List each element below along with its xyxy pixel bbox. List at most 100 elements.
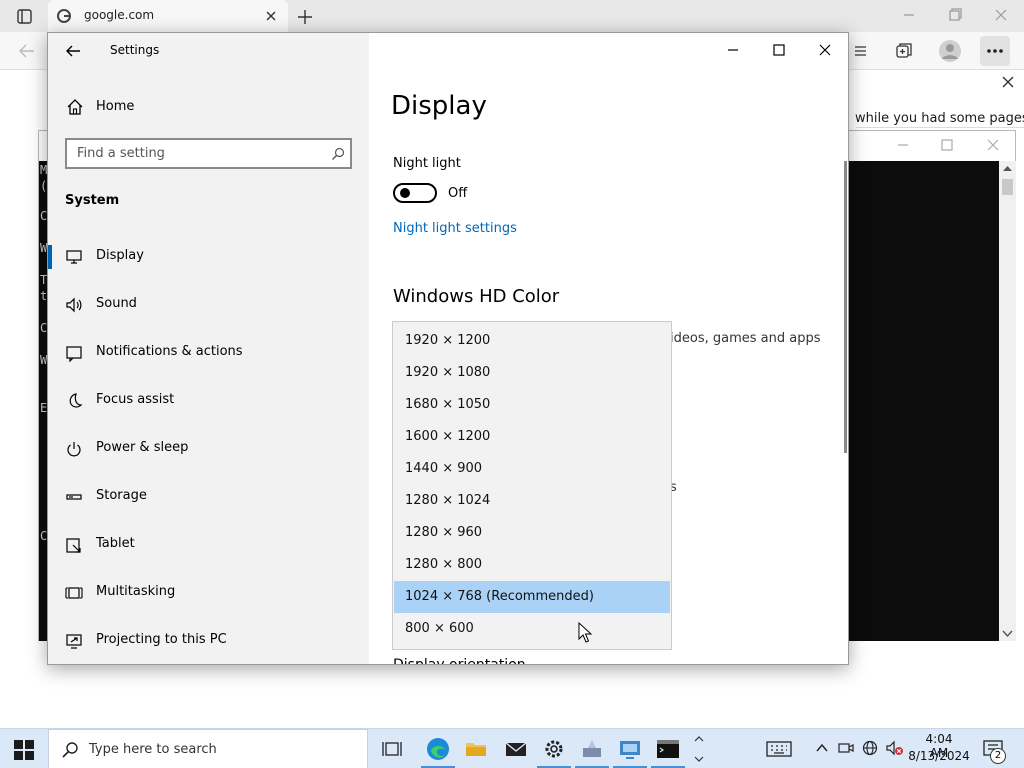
night-light-toggle[interactable] (393, 183, 437, 203)
task-view-icon[interactable] (380, 737, 404, 761)
resolution-option[interactable]: 1920 × 1080 (394, 357, 670, 389)
browser-minimize-icon[interactable] (898, 5, 920, 25)
browser-back-icon[interactable] (16, 41, 38, 61)
meet-now-icon[interactable] (838, 740, 854, 756)
power-icon (65, 440, 83, 458)
display-icon (65, 248, 83, 266)
app-icon[interactable] (580, 737, 604, 761)
infobar-close-icon[interactable] (1000, 74, 1016, 90)
taskbar-search-box[interactable]: Type here to search (48, 729, 368, 768)
multitasking-icon (65, 584, 83, 602)
nav-item-projecting[interactable]: Projecting to this PC (48, 619, 369, 663)
find-setting-placeholder: Find a setting (77, 146, 165, 161)
tab-close-icon[interactable] (262, 7, 280, 25)
option-label: 1280 × 1024 (405, 493, 491, 508)
tablet-icon (65, 536, 83, 554)
network-globe-icon[interactable] (862, 740, 878, 756)
remote-desktop-icon[interactable] (618, 737, 642, 761)
clock-date[interactable]: 8/13/2024 (906, 749, 972, 763)
touch-keyboard-icon[interactable] (766, 739, 792, 759)
settings-close-icon[interactable] (816, 41, 834, 59)
nav-label: Notifications & actions (96, 344, 243, 359)
settings-and-more-icon[interactable] (980, 36, 1010, 66)
option-label: 1440 × 900 (405, 461, 483, 476)
toggle-knob (400, 188, 410, 198)
console-minimize-icon[interactable] (895, 137, 911, 153)
resolution-option[interactable]: 1280 × 1024 (394, 485, 670, 517)
edge-browser-icon[interactable] (426, 737, 450, 761)
nav-item-sound[interactable]: Sound (48, 283, 369, 327)
nav-item-tablet[interactable]: Tablet (48, 523, 369, 567)
nav-item-storage[interactable]: Storage (48, 475, 369, 519)
new-tab-icon[interactable] (294, 6, 316, 28)
settings-gear-icon[interactable] (542, 737, 566, 761)
resolution-option[interactable]: 1680 × 1050 (394, 389, 670, 421)
nav-item-focus-assist[interactable]: Focus assist (48, 379, 369, 423)
resolution-option[interactable]: 800 × 600 (394, 613, 670, 645)
console-scroll-thumb[interactable] (1002, 179, 1013, 195)
volume-muted-icon[interactable] (886, 740, 904, 756)
option-label: 1920 × 1080 (405, 365, 491, 380)
night-light-state: Off (448, 186, 468, 201)
hd-color-heading: Windows HD Color (393, 286, 560, 307)
browser-restore-icon[interactable] (944, 5, 966, 25)
show-hidden-icons-chevron-icon[interactable] (815, 741, 829, 755)
resolution-option-selected[interactable]: 1024 × 768 (Recommended) (394, 581, 670, 613)
terminal-icon[interactable] (656, 737, 680, 761)
settings-maximize-icon[interactable] (770, 41, 788, 59)
page-title: Display (391, 91, 487, 121)
option-label: 1024 × 768 (Recommended) (405, 589, 594, 604)
nav-item-display[interactable]: Display (48, 235, 369, 279)
google-favicon-icon (56, 8, 72, 24)
back-arrow-icon[interactable] (64, 42, 82, 60)
browser-tab[interactable]: google.com (48, 0, 288, 32)
settings-title: Settings (110, 43, 160, 57)
resolution-option[interactable]: 1280 × 800 (394, 549, 670, 581)
storage-icon (65, 488, 83, 506)
home-icon (66, 98, 84, 116)
browser-close-icon[interactable] (990, 5, 1012, 25)
home-link[interactable]: Home (96, 99, 134, 114)
profile-avatar-icon[interactable] (938, 39, 962, 63)
browser-tab-bar: google.com (0, 0, 1024, 32)
night-light-settings-link[interactable]: Night light settings (393, 221, 517, 236)
nav-item-multitasking[interactable]: Multitasking (48, 571, 369, 615)
resolution-option[interactable]: 1920 × 1200 (394, 325, 670, 357)
nav-label: Projecting to this PC (96, 632, 227, 647)
nav-label: Sound (96, 296, 137, 311)
reading-list-icon[interactable] (852, 41, 870, 61)
settings-window: Settings Home Find a setting System Disp… (47, 32, 849, 665)
console-maximize-icon[interactable] (939, 137, 955, 153)
focus-assist-icon (65, 392, 83, 410)
find-setting-input[interactable]: Find a setting (65, 138, 352, 169)
windows-start-icon[interactable] (14, 740, 34, 760)
search-icon (331, 147, 345, 161)
content-scrollbar[interactable] (844, 161, 847, 453)
console-close-icon[interactable] (985, 137, 1001, 153)
collections-icon[interactable] (894, 41, 914, 61)
nav-item-power-sleep[interactable]: Power & sleep (48, 427, 369, 471)
resolution-option[interactable]: 1280 × 960 (394, 517, 670, 549)
nav-label: Display (96, 248, 144, 263)
resolution-option[interactable]: 1600 × 1200 (394, 421, 670, 453)
console-scrollbar[interactable] (999, 161, 1016, 641)
hd-color-description: ideos, games and apps (670, 331, 821, 346)
option-label: 1920 × 1200 (405, 333, 491, 348)
mouse-cursor-icon (578, 622, 592, 644)
option-label: 1600 × 1200 (405, 429, 491, 444)
infobar-text: while you had some pages (855, 111, 1024, 126)
option-label: 1280 × 960 (405, 525, 483, 540)
taskbar: Type here to search 4:04 AM 8/13/2024 2 (0, 728, 1024, 768)
taskbar-search-placeholder: Type here to search (89, 742, 217, 757)
notification-count-badge: 2 (990, 748, 1006, 764)
file-explorer-icon[interactable] (464, 737, 488, 761)
night-light-label: Night light (393, 156, 461, 171)
tab-actions-icon[interactable] (10, 7, 38, 27)
taskbar-scroll-arrows-icon[interactable] (694, 733, 704, 765)
nav-item-notifications[interactable]: Notifications & actions (48, 331, 369, 375)
nav-label: Tablet (96, 536, 135, 551)
settings-minimize-icon[interactable] (724, 41, 742, 59)
resolution-option[interactable]: 1440 × 900 (394, 453, 670, 485)
nav-label: Focus assist (96, 392, 175, 407)
mail-icon[interactable] (504, 737, 528, 761)
